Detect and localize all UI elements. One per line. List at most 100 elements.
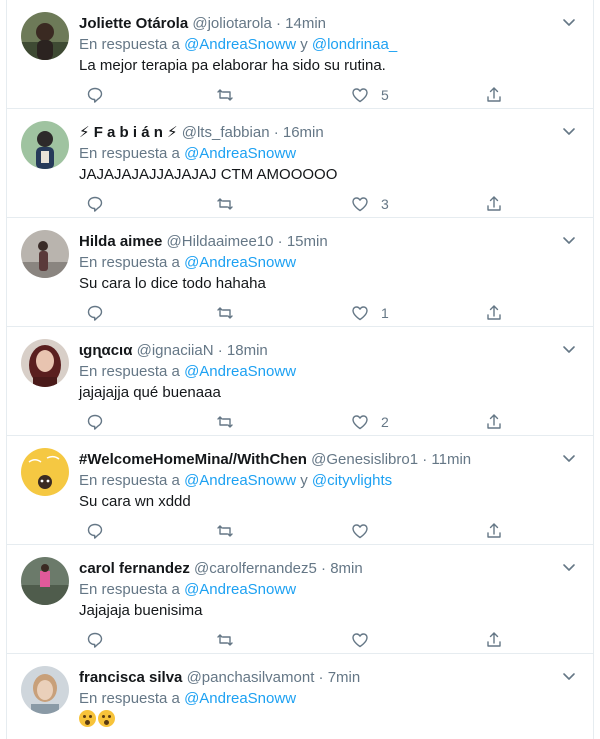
chevron-down-icon[interactable] <box>561 668 577 684</box>
tweet[interactable]: Joliette Otárola @joliotarola · 14min En… <box>7 0 593 109</box>
display-name[interactable]: carol fernandez <box>79 560 190 577</box>
avatar[interactable] <box>21 557 69 605</box>
timestamp[interactable]: · 15min <box>278 233 328 250</box>
chevron-down-icon[interactable] <box>561 123 577 139</box>
share-button[interactable] <box>485 193 503 215</box>
avatar[interactable] <box>21 230 69 278</box>
mention-link[interactable]: @AndreaSnoww <box>184 472 296 489</box>
user-handle[interactable]: @Hildaaimee10 <box>167 233 274 250</box>
tweet-header: Joliette Otárola @joliotarola · 14min <box>79 14 553 34</box>
mention-link[interactable]: @londrinaa_ <box>312 36 397 53</box>
tweet-text: Su cara lo dice todo hahaha <box>79 275 266 292</box>
retweet-button[interactable] <box>216 302 234 324</box>
timestamp[interactable]: · 7min <box>319 669 361 686</box>
timestamp[interactable]: · 18min <box>218 342 268 359</box>
display-name[interactable]: ⚡ F a b i á n ⚡ <box>79 124 178 141</box>
user-handle[interactable]: @joliotarola <box>192 15 271 32</box>
tweet-header: ɩgɳαcια @ignaciiaN · 18min <box>79 341 553 361</box>
speech-bubble-icon <box>87 414 103 430</box>
mention-link[interactable]: @AndreaSnoww <box>184 581 296 598</box>
share-button[interactable] <box>485 629 503 651</box>
tweet[interactable]: ɩgɳαcια @ignaciiaN · 18min En respuesta … <box>7 327 593 436</box>
like-button[interactable]: 1 <box>351 302 389 324</box>
avatar[interactable] <box>21 339 69 387</box>
mention-link[interactable]: @cityvlights <box>312 472 392 489</box>
like-button[interactable] <box>351 629 381 651</box>
tweet-text: Jajajaja buenisima <box>79 602 203 619</box>
like-count: 3 <box>381 196 389 212</box>
hushed-face-emoji <box>79 710 96 727</box>
retweet-button[interactable] <box>216 629 234 651</box>
mention-link[interactable]: @AndreaSnoww <box>184 145 296 162</box>
reply-button[interactable] <box>86 520 104 542</box>
reply-button[interactable] <box>86 84 104 106</box>
user-handle[interactable]: @Genesislibro1 <box>311 451 418 468</box>
tweet[interactable]: Hilda aimee @Hildaaimee10 · 15min En res… <box>7 218 593 327</box>
retweet-button[interactable] <box>216 520 234 542</box>
tweet-text: Su cara wn xddd <box>79 493 191 510</box>
display-name[interactable]: francisca silva <box>79 669 182 686</box>
retweet-button[interactable] <box>216 84 234 106</box>
reply-context: En respuesta a @AndreaSnoww <box>79 689 296 709</box>
chevron-down-icon[interactable] <box>561 232 577 248</box>
reply-button[interactable] <box>86 302 104 324</box>
mention-link[interactable]: @AndreaSnoww <box>184 36 296 53</box>
tweet-header: carol fernandez @carolfernandez5 · 8min <box>79 559 553 579</box>
like-count: 5 <box>381 87 389 103</box>
retweet-arrows-icon <box>217 89 233 101</box>
tweet[interactable]: carol fernandez @carolfernandez5 · 8min … <box>7 545 593 654</box>
reply-prefix: En respuesta a <box>79 581 180 598</box>
reply-button[interactable] <box>86 629 104 651</box>
mention-link[interactable]: @AndreaSnoww <box>184 363 296 380</box>
speech-bubble-icon <box>87 196 103 212</box>
chevron-down-icon[interactable] <box>561 341 577 357</box>
share-button[interactable] <box>485 411 503 433</box>
tweet[interactable]: ⚡ F a b i á n ⚡ @lts_fabbian · 16min En … <box>7 109 593 218</box>
hushed-face-emoji <box>98 710 115 727</box>
user-handle[interactable]: @ignaciiaN <box>137 342 214 359</box>
tweet-actions <box>79 520 519 542</box>
share-button[interactable] <box>485 84 503 106</box>
retweet-arrows-icon <box>217 416 233 428</box>
display-name[interactable]: #WelcomeHomeMina//WithChen <box>79 451 307 468</box>
display-name[interactable]: Hilda aimee <box>79 233 162 250</box>
reply-context: En respuesta a @AndreaSnoww <box>79 362 296 382</box>
reply-prefix: En respuesta a <box>79 254 180 271</box>
reply-button[interactable] <box>86 411 104 433</box>
user-handle[interactable]: @lts_fabbian <box>182 124 270 141</box>
timestamp[interactable]: · 11min <box>422 451 471 468</box>
avatar[interactable] <box>21 121 69 169</box>
chevron-down-icon[interactable] <box>561 14 577 30</box>
user-handle[interactable]: @panchasilvamont <box>187 669 315 686</box>
chevron-down-icon[interactable] <box>561 450 577 466</box>
chevron-down-icon[interactable] <box>561 559 577 575</box>
avatar[interactable] <box>21 12 69 60</box>
tweet[interactable]: #WelcomeHomeMina//WithChen @Genesislibro… <box>7 436 593 545</box>
timestamp[interactable]: · 16min <box>274 124 324 141</box>
avatar[interactable] <box>21 448 69 496</box>
reply-prefix: En respuesta a <box>79 472 180 489</box>
tweet[interactable]: francisca silva @panchasilvamont · 7min … <box>7 654 593 739</box>
heart-icon <box>352 633 368 648</box>
like-button[interactable]: 2 <box>351 411 389 433</box>
timestamp[interactable]: · 8min <box>321 560 363 577</box>
heart-icon <box>352 88 368 103</box>
retweet-button[interactable] <box>216 193 234 215</box>
reply-prefix: En respuesta a <box>79 36 180 53</box>
display-name[interactable]: Joliette Otárola <box>79 15 188 32</box>
like-button[interactable]: 3 <box>351 193 389 215</box>
display-name[interactable]: ɩgɳαcια <box>79 342 132 359</box>
retweet-button[interactable] <box>216 411 234 433</box>
reply-button[interactable] <box>86 193 104 215</box>
avatar[interactable] <box>21 666 69 714</box>
like-button[interactable] <box>351 520 381 542</box>
share-button[interactable] <box>485 520 503 542</box>
like-button[interactable]: 5 <box>351 84 389 106</box>
mention-link[interactable]: @AndreaSnoww <box>184 254 296 271</box>
timestamp[interactable]: · 14min <box>276 15 326 32</box>
user-handle[interactable]: @carolfernandez5 <box>194 560 317 577</box>
mention-link[interactable]: @AndreaSnoww <box>184 690 296 707</box>
reply-context: En respuesta a @AndreaSnoww <box>79 580 296 600</box>
reply-prefix: En respuesta a <box>79 363 180 380</box>
share-button[interactable] <box>485 302 503 324</box>
